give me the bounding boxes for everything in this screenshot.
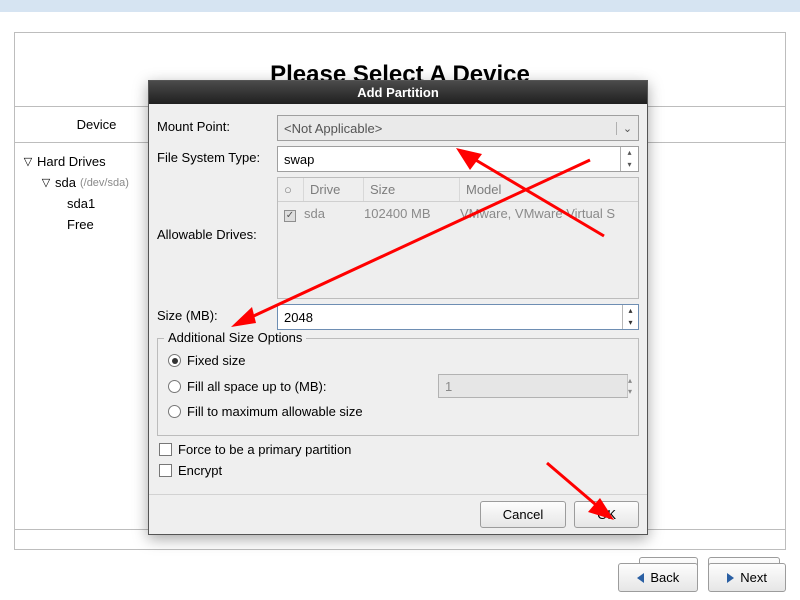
checkbox-force-primary[interactable]: Force to be a primary partition [159, 442, 637, 457]
chevron-down-icon[interactable]: ▾ [621, 159, 638, 171]
back-button[interactable]: Back [618, 563, 698, 592]
fill-up-to-spinner[interactable]: ▴▾ [627, 375, 632, 397]
drive-model: VMware, VMware Virtual S [460, 206, 615, 221]
nav-buttons: Back Next [618, 563, 786, 592]
radio-fixed-size[interactable]: Fixed size [168, 353, 628, 368]
fs-type-combo[interactable]: ▴▾ [277, 146, 639, 172]
radio-label: Fill to maximum allowable size [187, 404, 363, 419]
chevron-up-icon[interactable]: ▴ [628, 375, 632, 386]
fill-up-to-input[interactable]: ▴▾ [438, 374, 628, 398]
size-input[interactable]: ▴▾ [277, 304, 639, 330]
checkbox-icon[interactable] [159, 443, 172, 456]
drive-row[interactable]: ✓ sda 102400 MB VMware, VMware Virtual S [278, 202, 638, 226]
radio-fill-max[interactable]: Fill to maximum allowable size [168, 404, 628, 419]
label-allowable-drives: Allowable Drives: [157, 177, 277, 242]
add-partition-dialog: Add Partition Mount Point: ⌄ File System… [148, 80, 648, 535]
additional-size-options-group: Additional Size Options Fixed size Fill … [157, 338, 639, 436]
drive-size: 102400 MB [364, 206, 460, 221]
chevron-down-icon[interactable]: ▾ [628, 386, 632, 397]
checkbox-label: Force to be a primary partition [178, 442, 351, 457]
drive-name: sda [304, 206, 364, 221]
radio-fill-up-to[interactable]: Fill all space up to (MB): ▴▾ [168, 374, 628, 398]
checkbox-encrypt[interactable]: Encrypt [159, 463, 637, 478]
radio-icon[interactable] [168, 405, 181, 418]
tree-label: Free [65, 217, 94, 232]
chevron-down-icon[interactable]: ▾ [623, 317, 638, 329]
next-button[interactable]: Next [708, 563, 786, 592]
column-header-check[interactable]: ○ [278, 178, 304, 201]
radio-icon[interactable] [168, 380, 181, 393]
fs-type-spinner[interactable]: ▴▾ [620, 147, 638, 171]
next-label: Next [740, 570, 767, 585]
label-fs-type: File System Type: [157, 146, 277, 165]
dialog-title[interactable]: Add Partition [149, 81, 647, 104]
allowable-drives-list[interactable]: ○ Drive Size Model ✓ sda 102400 MB VMwar… [277, 177, 639, 299]
mount-point-combo[interactable]: ⌄ [277, 115, 639, 141]
drives-header: ○ Drive Size Model [278, 178, 638, 202]
tree-label: sda [53, 175, 76, 190]
size-field[interactable] [278, 305, 622, 329]
chevron-down-icon[interactable]: ⌄ [616, 122, 638, 135]
window-chrome-strip [0, 0, 800, 12]
arrow-right-icon [727, 573, 734, 583]
arrow-left-icon [637, 573, 644, 583]
group-title: Additional Size Options [164, 330, 306, 345]
tree-label: Hard Drives [35, 154, 106, 169]
checkbox-label: Encrypt [178, 463, 222, 478]
column-header-size[interactable]: Size [364, 178, 460, 201]
tree-label: sda1 [65, 196, 95, 211]
column-header-model[interactable]: Model [460, 178, 638, 201]
column-header-drive[interactable]: Drive [304, 178, 364, 201]
chevron-up-icon[interactable]: ▴ [623, 305, 638, 317]
dialog-body: Mount Point: ⌄ File System Type: ▴▾ Allo… [149, 104, 647, 494]
dialog-actions: Cancel OK [149, 494, 647, 534]
back-label: Back [650, 570, 679, 585]
label-size: Size (MB): [157, 304, 277, 323]
fill-up-to-field[interactable] [439, 375, 627, 397]
size-spinner[interactable]: ▴▾ [622, 305, 638, 329]
checkbox-icon[interactable]: ✓ [284, 210, 296, 222]
radio-label: Fixed size [187, 353, 246, 368]
tree-label-path: (/dev/sda) [80, 177, 129, 189]
cancel-button[interactable]: Cancel [480, 501, 566, 528]
triangle-down-icon[interactable]: ▽ [39, 176, 53, 189]
label-mount-point: Mount Point: [157, 115, 277, 134]
radio-icon[interactable] [168, 354, 181, 367]
checkbox-icon[interactable] [159, 464, 172, 477]
mount-point-input[interactable] [278, 116, 616, 140]
radio-label: Fill all space up to (MB): [187, 379, 326, 394]
triangle-down-icon[interactable]: ▽ [21, 155, 35, 168]
chevron-up-icon[interactable]: ▴ [621, 147, 638, 159]
ok-button[interactable]: OK [574, 501, 639, 528]
fs-type-input[interactable] [278, 147, 620, 171]
